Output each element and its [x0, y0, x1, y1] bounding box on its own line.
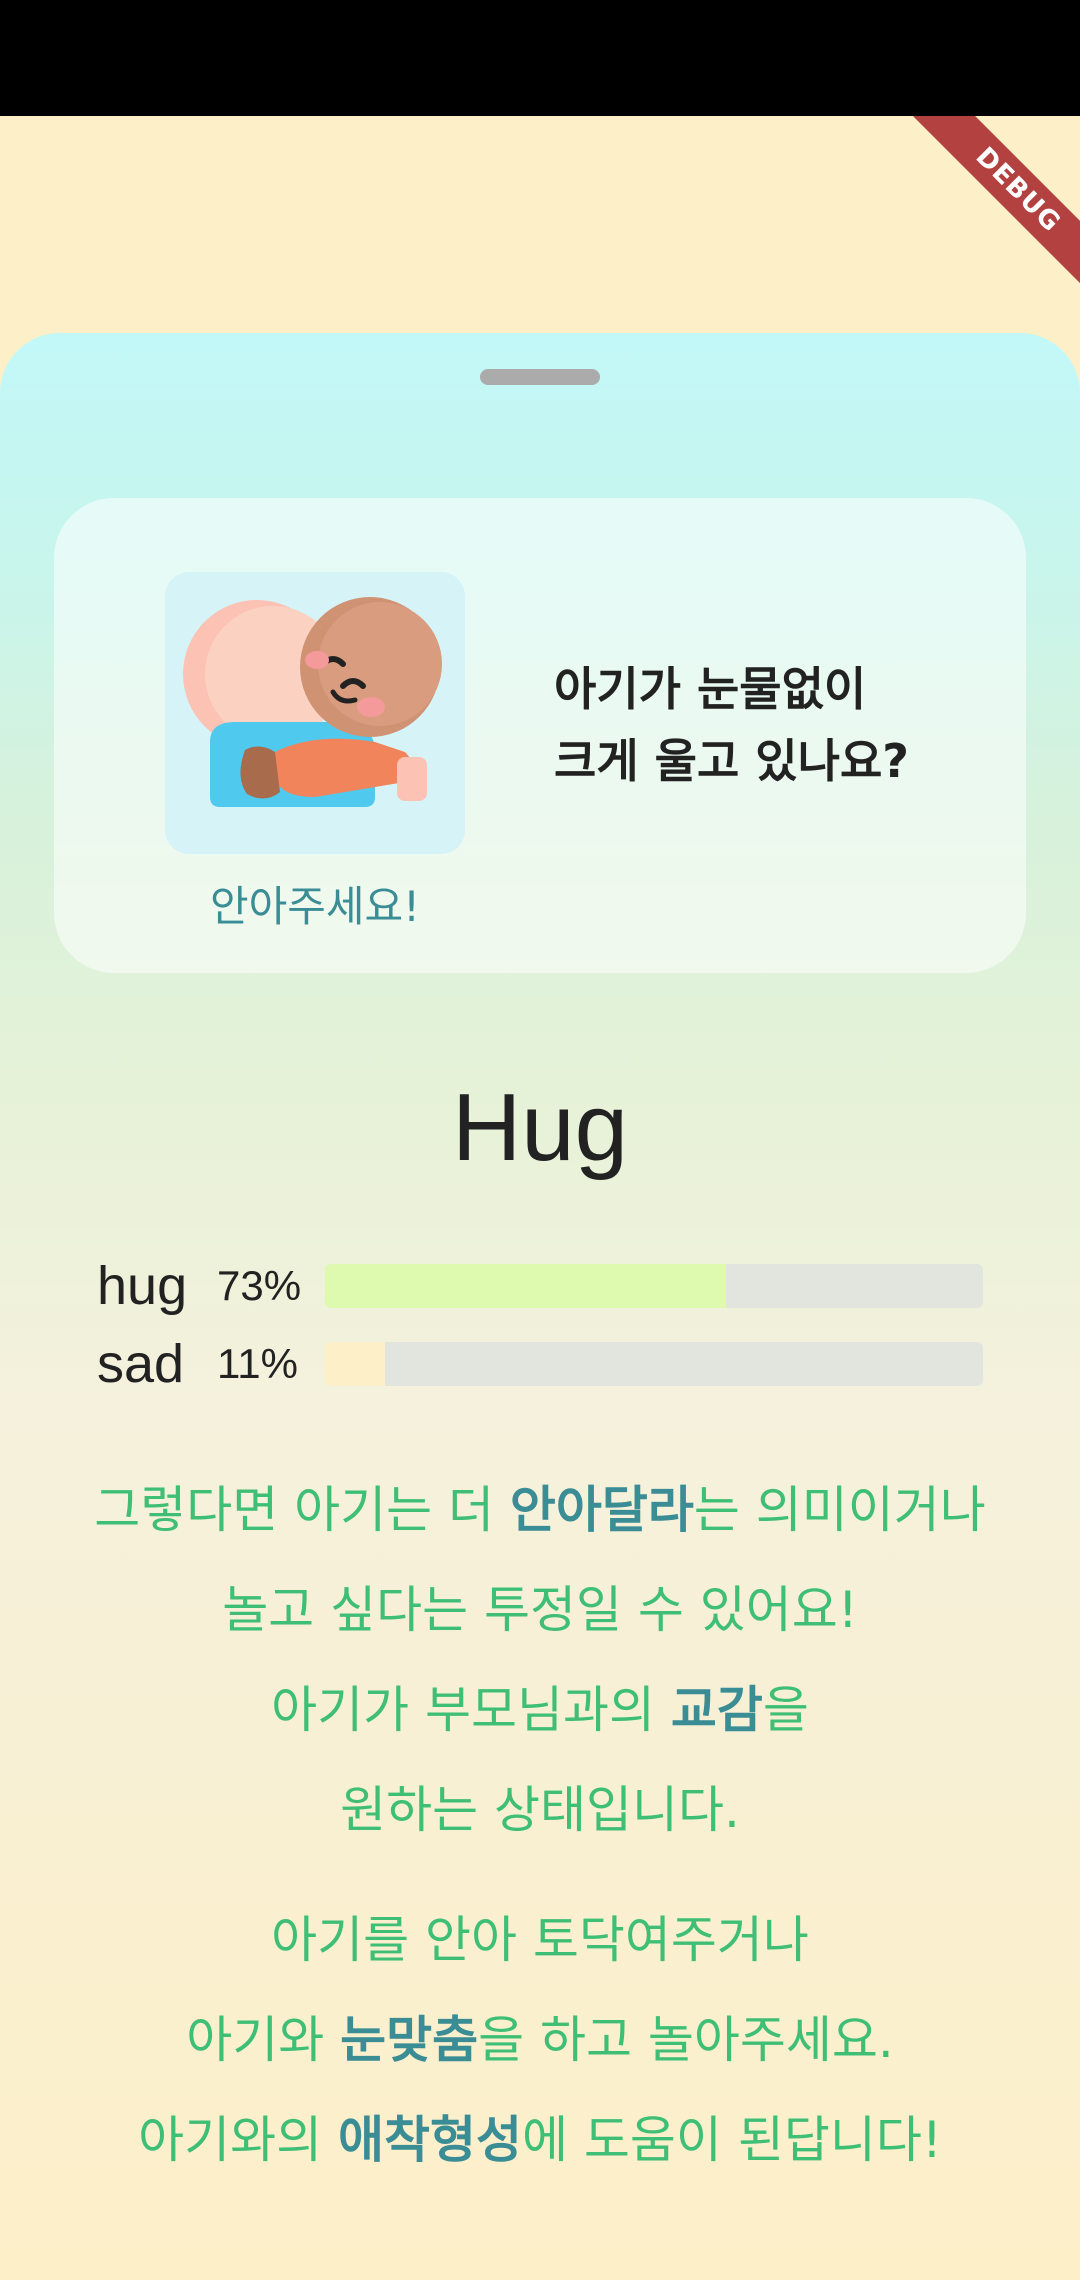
bar-track	[325, 1342, 983, 1386]
advice-line: 아기를 안아 토닥여주거나	[271, 1911, 809, 1969]
icon-caption: 안아주세요!	[209, 882, 421, 931]
debug-label: DEBUG	[896, 116, 1080, 312]
baby-hug-icon	[165, 572, 465, 854]
result-title: Hug	[451, 1074, 629, 1181]
emphasis-text: 교감	[670, 1681, 763, 1739]
emphasis-text: 애착형성	[338, 2111, 523, 2169]
advice-line: 아기가 부모님과의 교감을	[271, 1681, 809, 1739]
bar-label: sad	[97, 1334, 185, 1394]
advice-paragraph-1: 그렇다면 아기는 더 안아달라는 의미이거나 놀고 싶다는 투정일 수 있어요!…	[0, 1460, 1080, 1860]
bar-percent: 73%	[217, 1262, 302, 1309]
bar-percent: 11%	[217, 1340, 298, 1387]
advice-line: 원하는 상태입니다.	[340, 1781, 740, 1839]
question-line-2: 크게 울고 있나요?	[554, 734, 909, 788]
status-bar	[0, 0, 1080, 116]
advice-line: 아기와의 애착형성에 도움이 된답니다!	[138, 2111, 942, 2169]
result-card: 안아주세요! 아기가 눈물없이 크게 울고 있나요?	[54, 498, 1026, 973]
bottom-sheet: 안아주세요! 아기가 눈물없이 크게 울고 있나요? Hug hug 73% s…	[0, 333, 1080, 2280]
bar-label: hug	[97, 1256, 188, 1316]
advice-line: 그렇다면 아기는 더 안아달라는 의미이거나	[94, 1481, 986, 1539]
debug-banner: DEBUG	[880, 116, 1080, 316]
drag-handle[interactable]	[480, 369, 600, 385]
question-text: 아기가 눈물없이 크게 울고 있나요?	[554, 653, 994, 797]
advice-line: 놀고 싶다는 투정일 수 있어요!	[222, 1581, 858, 1639]
advice-paragraph-2: 아기를 안아 토닥여주거나 아기와 눈맞춤을 하고 놀아주세요. 아기와의 애착…	[0, 1890, 1080, 2190]
bar-fill	[325, 1264, 727, 1308]
result-bar-sad: sad 11%	[97, 1334, 997, 1394]
advice-line: 아기와 눈맞춤을 하고 놀아주세요.	[186, 2011, 894, 2069]
question-line-1: 아기가 눈물없이	[554, 662, 867, 716]
emphasis-text: 눈맞춤	[340, 2011, 479, 2069]
emphasis-text: 안아달라	[509, 1481, 694, 1539]
result-bar-hug: hug 73%	[97, 1256, 997, 1316]
bar-track	[325, 1264, 983, 1308]
bar-fill	[325, 1342, 386, 1386]
